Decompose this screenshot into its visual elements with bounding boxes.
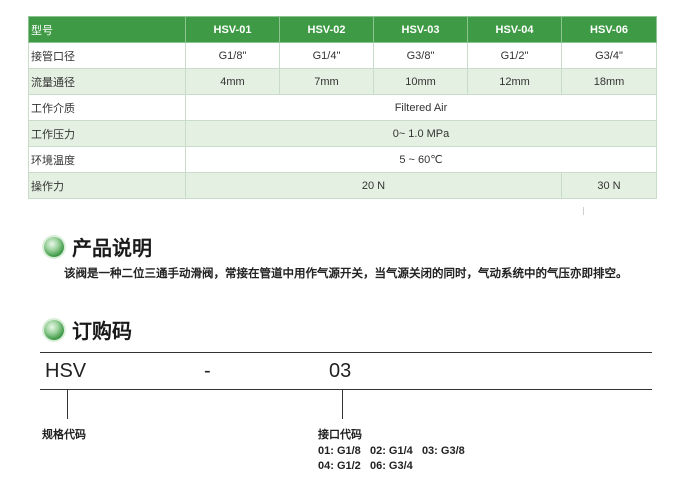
row-label: 接管口径 bbox=[28, 42, 186, 69]
spec-row-pressure: 工作压力 0~ 1.0 MPa bbox=[28, 120, 657, 147]
table-cell: 4mm bbox=[185, 68, 280, 95]
spec-table: 型号 HSV-01 HSV-02 HSV-03 HSV-04 HSV-06 接管… bbox=[28, 16, 657, 199]
row-label: 流量通径 bbox=[28, 68, 186, 95]
spec-row-medium: 工作介质 Filtered Air bbox=[28, 94, 657, 121]
table-cell: G3/8" bbox=[373, 42, 468, 69]
table-cell: 0~ 1.0 MPa bbox=[185, 120, 657, 147]
divider-mark bbox=[583, 207, 584, 215]
green-bullet-icon bbox=[44, 236, 64, 257]
table-cell: 30 N bbox=[561, 172, 657, 199]
header-hsv04: HSV-04 bbox=[467, 16, 562, 43]
section-title-text: 产品说明 bbox=[72, 238, 152, 260]
row-label: 环境温度 bbox=[28, 146, 186, 173]
table-cell: 7mm bbox=[279, 68, 374, 95]
table-cell: 5 ~ 60℃ bbox=[185, 146, 657, 173]
table-cell: 10mm bbox=[373, 68, 468, 95]
series-code-label: 规格代码 bbox=[42, 429, 86, 441]
row-label: 工作介质 bbox=[28, 94, 186, 121]
order-code-port: 03 bbox=[329, 360, 352, 382]
section-heading-description: 产品说明 bbox=[44, 232, 152, 261]
section-heading-order-code: 订购码 bbox=[44, 315, 132, 344]
port-options-line: 01: G1/8 02: G1/4 03: G3/8 bbox=[318, 445, 465, 457]
code-pointer-series bbox=[67, 389, 68, 419]
row-label: 操作力 bbox=[28, 172, 186, 199]
port-options-line: 04: G1/2 06: G3/4 bbox=[318, 460, 413, 472]
table-cell: G1/4" bbox=[279, 42, 374, 69]
header-hsv02: HSV-02 bbox=[279, 16, 374, 43]
order-code-dash: - bbox=[204, 360, 211, 382]
code-pointer-port bbox=[342, 389, 343, 419]
spec-row-force: 操作力 20 N 30 N bbox=[28, 172, 657, 199]
table-cell: G1/2" bbox=[467, 42, 562, 69]
table-cell: Filtered Air bbox=[185, 94, 657, 121]
port-code-label: 接口代码 bbox=[318, 429, 362, 441]
section-title-text: 订购码 bbox=[72, 321, 132, 343]
green-bullet-icon bbox=[44, 319, 64, 340]
header-hsv01: HSV-01 bbox=[185, 16, 280, 43]
order-code-series: HSV bbox=[45, 360, 87, 382]
table-cell: G1/8" bbox=[185, 42, 280, 69]
spec-row-flow: 流量通径 4mm 7mm 10mm 12mm 18mm bbox=[28, 68, 657, 95]
table-cell: G3/4" bbox=[561, 42, 657, 69]
spec-row-port: 接管口径 G1/8" G1/4" G3/8" G1/2" G3/4" bbox=[28, 42, 657, 69]
code-line-top bbox=[40, 352, 652, 353]
table-cell: 20 N bbox=[185, 172, 562, 199]
code-line-bottom bbox=[40, 389, 652, 390]
header-hsv06: HSV-06 bbox=[561, 16, 657, 43]
header-model: 型号 bbox=[28, 16, 186, 43]
header-hsv03: HSV-03 bbox=[373, 16, 468, 43]
description-text: 该阀是一种二位三通手动滑阀，常接在管道中用作气源开关，当气源关闭的同时，气动系统… bbox=[64, 268, 628, 280]
table-cell: 18mm bbox=[561, 68, 657, 95]
table-cell: 12mm bbox=[467, 68, 562, 95]
spec-row-temperature: 环境温度 5 ~ 60℃ bbox=[28, 146, 657, 173]
row-label: 工作压力 bbox=[28, 120, 186, 147]
spec-header-row: 型号 HSV-01 HSV-02 HSV-03 HSV-04 HSV-06 bbox=[28, 16, 657, 43]
